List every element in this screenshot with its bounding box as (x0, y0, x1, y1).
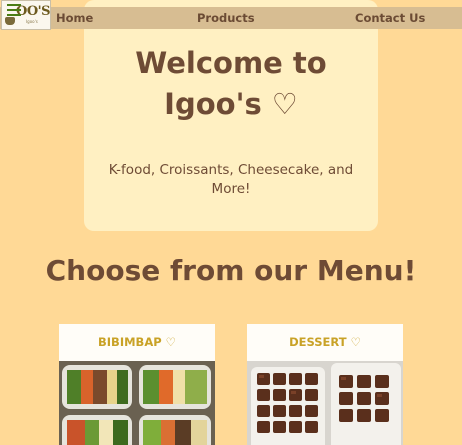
dessert-brownies-photo (247, 361, 403, 445)
menu-card-title: BIBIMBAP ♡ (98, 335, 176, 349)
menu-card-title: DESSERT ♡ (289, 335, 361, 349)
logo[interactable]: OO'S Igoo's (1, 0, 51, 30)
hero-title-line1: Welcome to (135, 46, 327, 80)
menu-heading: Choose from our Menu! (45, 254, 417, 287)
hero-section: Welcome to Igoo's ♡ K-food, Croissants, … (84, 0, 378, 231)
menu-card-bibimbap[interactable]: BIBIMBAP ♡ (59, 324, 215, 445)
bibimbap-photo (59, 361, 215, 445)
logo-subtext: Igoo's (26, 19, 38, 24)
nav-link-products[interactable]: Products (197, 11, 255, 25)
nav-link-home[interactable]: Home (56, 11, 93, 25)
nav-link-contact-us[interactable]: Contact Us (355, 11, 425, 25)
navbar: Home Products Contact Us (0, 7, 462, 29)
hero-subtitle: K-food, Croissants, Cheesecake, and More… (108, 162, 354, 197)
menu-card-dessert[interactable]: DESSERT ♡ (247, 324, 403, 445)
hero-title: Welcome to Igoo's ♡ (84, 43, 378, 125)
logo-pot-icon (5, 17, 15, 25)
hamburger-menu-icon[interactable] (7, 4, 21, 16)
logo-text: OO'S (16, 4, 51, 19)
hero-title-line2: Igoo's ♡ (164, 87, 298, 121)
